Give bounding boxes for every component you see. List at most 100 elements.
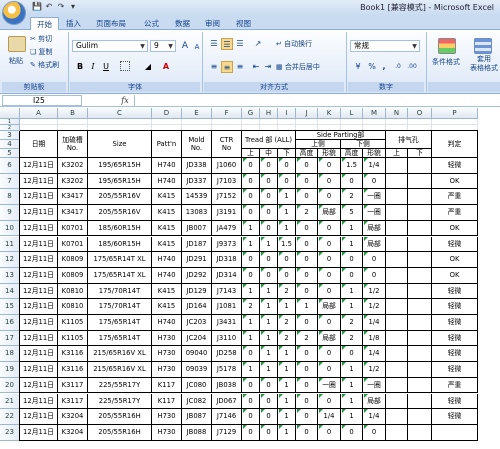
table-cell[interactable]: K1105 [58, 315, 88, 331]
table-cell[interactable] [386, 346, 408, 363]
table-cell[interactable]: K3417 [58, 189, 88, 206]
row-header[interactable]: 3 [0, 131, 20, 140]
column-header[interactable]: L [341, 108, 363, 119]
align-middle-icon[interactable]: ☰ [221, 38, 233, 50]
table-cell[interactable]: 12月11日 [20, 377, 58, 394]
table-cell[interactable]: H730 [152, 330, 182, 347]
row-header[interactable]: 9 [0, 205, 20, 221]
align-left-icon[interactable]: ≡ [208, 61, 220, 73]
table-cell[interactable] [408, 220, 432, 237]
column-header[interactable]: E [182, 108, 212, 119]
align-top-icon[interactable]: ☰ [208, 38, 220, 50]
table-cell[interactable]: 12月11日 [20, 158, 58, 174]
table-cell[interactable]: K3417 [58, 205, 88, 221]
table-cell[interactable]: 225/55R17Y [88, 377, 152, 394]
table-cell[interactable] [386, 299, 408, 315]
format-painter-button[interactable]: ✎ 格式刷 [30, 60, 59, 70]
table-cell[interactable]: J7129 [212, 424, 242, 441]
table-cell[interactable]: 轻微 [432, 283, 478, 300]
table-cell[interactable] [408, 158, 432, 174]
table-format-button[interactable]: 套用 表格格式 [470, 55, 498, 73]
table-cell[interactable] [386, 362, 408, 378]
table-cell[interactable]: H730 [152, 346, 182, 363]
percent-button[interactable]: % [366, 61, 378, 73]
conditional-format-icon[interactable] [438, 38, 456, 54]
row-header[interactable]: 21 [0, 393, 20, 410]
table-cell[interactable]: JD258 [212, 346, 242, 363]
table-cell[interactable]: 185/60R15H [88, 220, 152, 237]
column-header[interactable]: H [260, 108, 278, 119]
table-cell[interactable]: 09040 [182, 346, 212, 363]
decrease-indent-icon[interactable]: ⇤ [250, 61, 262, 73]
table-cell[interactable]: JD318 [212, 252, 242, 268]
table-cell[interactable]: 轻微 [432, 158, 478, 174]
table-cell[interactable]: 轻微 [432, 330, 478, 347]
table-cell[interactable]: 12月11日 [20, 252, 58, 268]
table-cell[interactable]: 轻微 [432, 393, 478, 410]
table-cell[interactable]: J7143 [212, 283, 242, 300]
table-cell[interactable]: OK [432, 173, 478, 190]
table-cell[interactable]: 12月11日 [20, 424, 58, 441]
table-cell[interactable]: 轻微 [432, 315, 478, 331]
table-cell[interactable]: 13083 [182, 205, 212, 221]
table-cell[interactable]: OK [432, 252, 478, 268]
formula-input[interactable] [134, 95, 496, 106]
table-cell[interactable]: 12月11日 [20, 220, 58, 237]
table-cell[interactable]: K3117 [58, 393, 88, 410]
table-cell[interactable]: 12月11日 [20, 409, 58, 425]
table-cell[interactable]: H740 [152, 252, 182, 268]
tab-page-layout[interactable]: 页面布局 [96, 17, 126, 30]
table-cell[interactable]: 175/65R14T XL [88, 252, 152, 268]
table-cell[interactable]: 12月11日 [20, 362, 58, 378]
column-header[interactable]: K [318, 108, 341, 119]
decrease-decimal-icon[interactable]: .00 [406, 61, 418, 73]
table-cell[interactable]: J7146 [212, 409, 242, 425]
table-cell[interactable]: K0809 [58, 267, 88, 284]
table-cell[interactable]: K415 [152, 283, 182, 300]
table-cell[interactable]: K117 [152, 377, 182, 394]
align-center-icon[interactable]: ≡ [221, 61, 233, 73]
row-header[interactable]: 6 [0, 158, 20, 174]
table-cell[interactable]: 205/55R16V [88, 189, 152, 206]
table-cell[interactable]: K117 [152, 393, 182, 410]
table-cell[interactable]: JD337 [182, 173, 212, 190]
table-cell[interactable]: 175/65R14T XL [88, 267, 152, 284]
table-cell[interactable]: 09039 [182, 362, 212, 378]
table-cell[interactable]: 195/65R15H [88, 173, 152, 190]
table-cell[interactable]: JD067 [212, 393, 242, 410]
row-header[interactable]: 10 [0, 220, 20, 237]
table-cell[interactable] [386, 189, 408, 206]
table-cell[interactable] [408, 393, 432, 410]
table-cell[interactable]: H740 [152, 315, 182, 331]
row-header[interactable]: 19 [0, 362, 20, 378]
table-cell[interactable]: 严重 [432, 189, 478, 206]
font-name-select[interactable]: Gulim ▼ [72, 40, 148, 52]
tab-insert[interactable]: 插入 [66, 17, 81, 30]
column-header[interactable]: O [408, 108, 432, 119]
increase-decimal-icon[interactable]: .0 [392, 61, 404, 73]
table-cell[interactable]: JC080 [182, 377, 212, 394]
table-cell[interactable] [386, 267, 408, 284]
name-box[interactable]: I25 [2, 95, 82, 106]
table-cell[interactable]: J5178 [212, 362, 242, 378]
table-cell[interactable]: JD314 [212, 267, 242, 284]
table-cell[interactable] [386, 377, 408, 394]
table-cell[interactable]: K3117 [58, 377, 88, 394]
row-header[interactable]: 13 [0, 267, 20, 284]
table-cell[interactable]: H730 [152, 362, 182, 378]
table-cell[interactable] [408, 424, 432, 441]
align-right-icon[interactable]: ≡ [234, 61, 246, 73]
grow-font-button[interactable]: A [179, 40, 191, 52]
tab-home[interactable]: 开始 [30, 17, 59, 30]
table-cell[interactable]: K415 [152, 236, 182, 253]
table-cell[interactable]: 215/65R16V XL [88, 346, 152, 363]
column-header[interactable]: F [212, 108, 242, 119]
table-cell[interactable]: J9373 [212, 236, 242, 253]
row-header[interactable]: 5 [0, 149, 20, 158]
column-header[interactable]: I [278, 108, 296, 119]
table-cell[interactable]: 215/65R16V XL [88, 362, 152, 378]
table-cell[interactable] [386, 315, 408, 331]
table-cell[interactable]: JB087 [182, 409, 212, 425]
table-cell[interactable]: 14539 [182, 189, 212, 206]
table-cell[interactable]: H730 [152, 409, 182, 425]
